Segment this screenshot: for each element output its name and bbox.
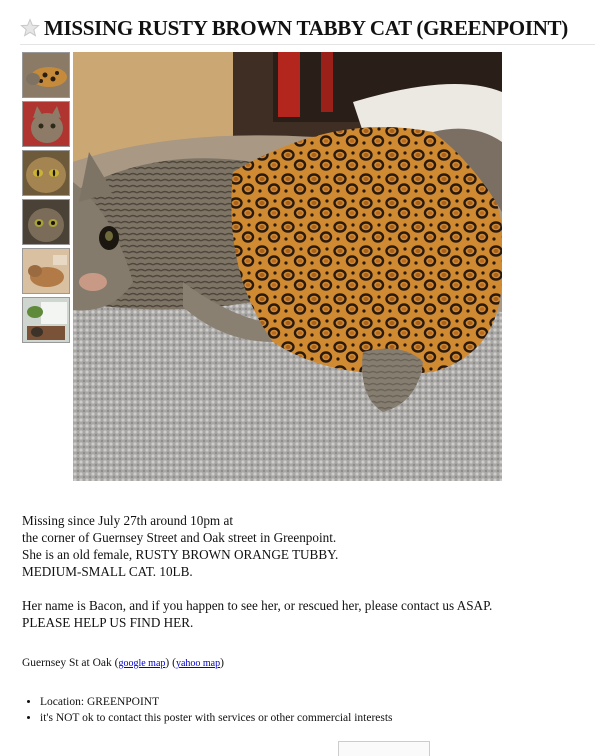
thumbnail-strip (22, 52, 70, 346)
thumbnail-6[interactable] (22, 297, 70, 343)
thumbnail-3[interactable] (22, 150, 70, 196)
thumbnail-2[interactable] (22, 101, 70, 147)
thumbnail-4[interactable] (22, 199, 70, 245)
posting-body: Missing since July 27th around 10pm at t… (22, 512, 582, 631)
body-line: the corner of Guernsey Street and Oak st… (22, 530, 337, 545)
main-photo[interactable] (73, 52, 502, 481)
thumbnail-5[interactable] (22, 248, 70, 294)
map-address-line: Guernsey St at Oak (google map) (yahoo m… (22, 657, 224, 669)
body-line: She is an old female, RUSTY BROWN ORANGE… (22, 547, 339, 562)
posting-title-row: MISSING RUSTY BROWN TABBY CAT (GREENPOIN… (20, 12, 595, 45)
attribute-contact-notice: it's NOT ok to contact this poster with … (40, 710, 393, 726)
body-line: PLEASE HELP US FIND HER. (22, 615, 194, 630)
body-line: MEDIUM-SMALL CAT. 10LB. (22, 564, 193, 579)
posting-title: MISSING RUSTY BROWN TABBY CAT (GREENPOIN… (44, 15, 568, 40)
posting-attributes: Location: GREENPOINT it's NOT ok to cont… (22, 694, 393, 726)
map-address: Guernsey St at Oak (22, 657, 112, 669)
body-line: Missing since July 27th around 10pm at (22, 513, 233, 528)
yahoo-map-link[interactable]: yahoo map (176, 658, 220, 669)
attribute-location: Location: GREENPOINT (40, 694, 393, 710)
star-icon[interactable] (20, 18, 40, 38)
body-line: Her name is Bacon, and if you happen to … (22, 598, 493, 613)
thumbnail-1[interactable] (22, 52, 70, 98)
google-map-link[interactable]: google map (118, 658, 165, 669)
